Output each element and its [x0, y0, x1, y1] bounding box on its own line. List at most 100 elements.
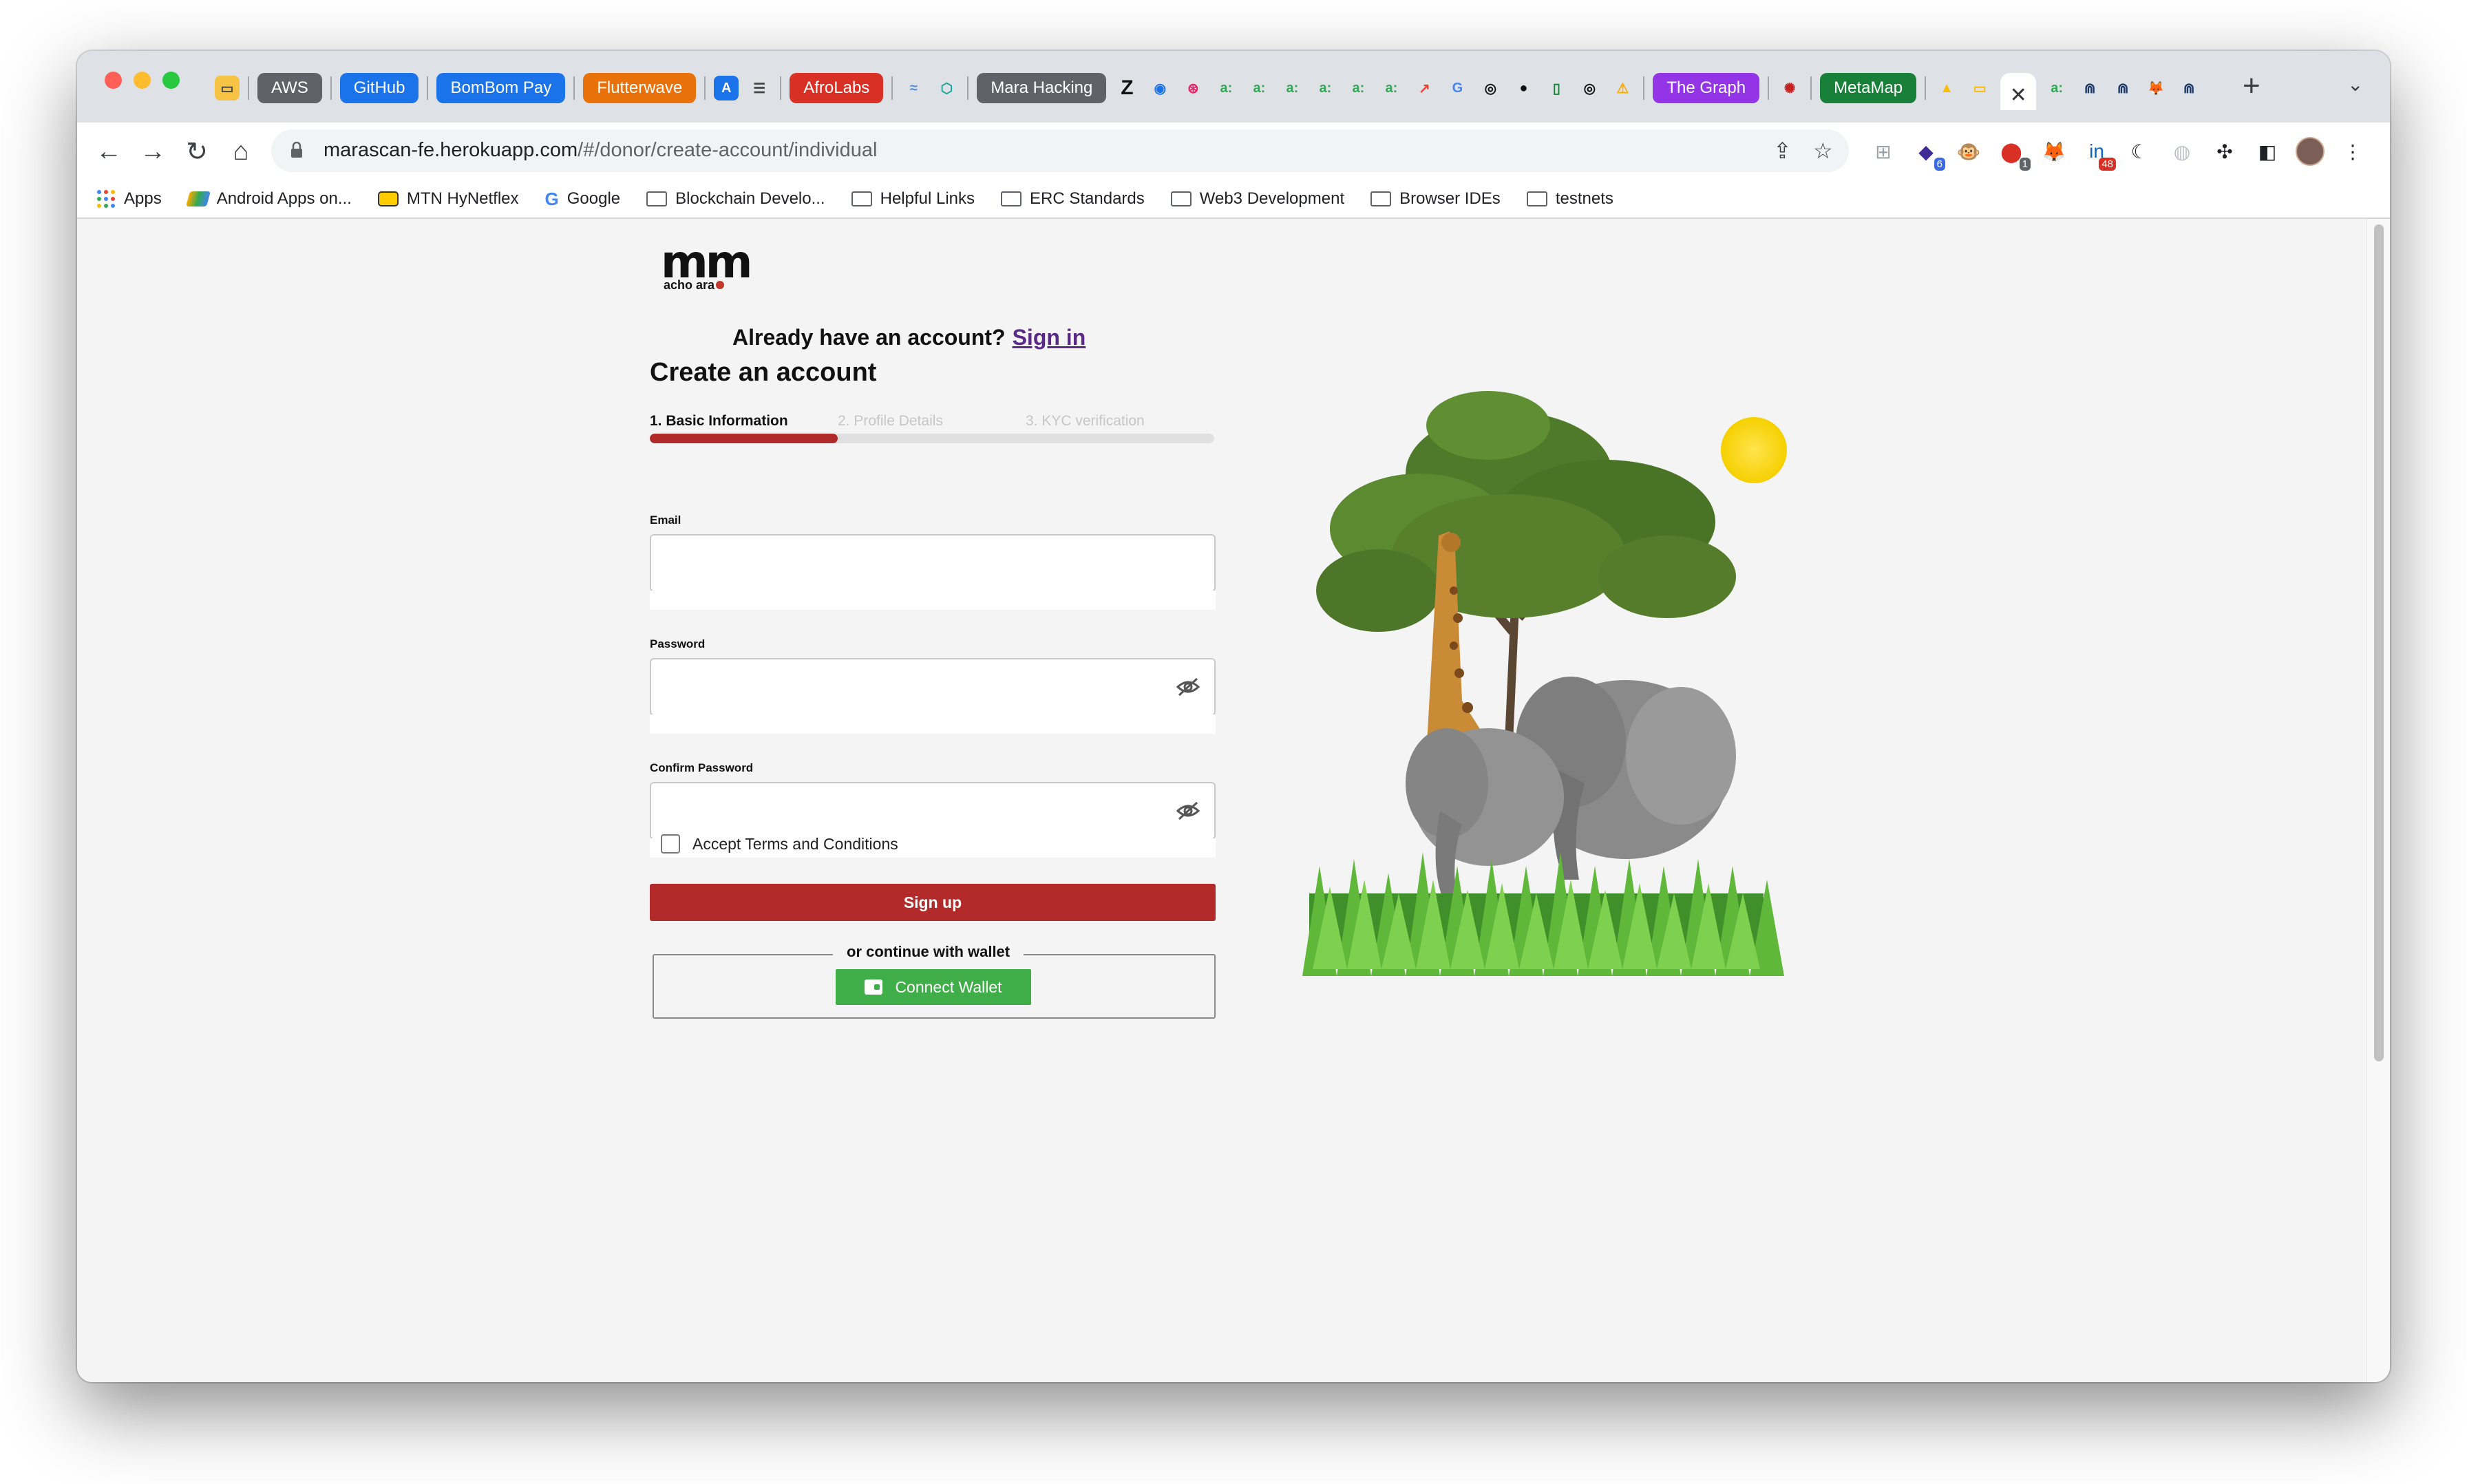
- site-logo[interactable]: mm acho ara: [661, 240, 753, 293]
- lock-icon[interactable]: [290, 142, 303, 158]
- dark-mode-moon-icon[interactable]: ☾: [2123, 135, 2156, 168]
- terms-checkbox[interactable]: [661, 834, 680, 854]
- alchemy-tab-icon-3[interactable]: a:: [1280, 76, 1304, 100]
- bookmark-label: MTN HyNetflex: [406, 189, 519, 208]
- terms-label[interactable]: Accept Terms and Conditions: [692, 835, 898, 854]
- bookmark-android-apps[interactable]: Android Apps on...: [185, 189, 352, 209]
- extensions-puzzle-icon[interactable]: ✣: [2208, 135, 2241, 168]
- bookmark-mtn-hynetflex[interactable]: MTN HyNetflex: [377, 189, 519, 209]
- extension-circle-icon[interactable]: ◍: [2166, 135, 2199, 168]
- folder-icon: [646, 191, 668, 206]
- address-bar[interactable]: marascan-fe.herokuapp.com/#/donor/create…: [271, 129, 1849, 172]
- mtn-tab-icon[interactable]: ▭: [215, 76, 240, 100]
- home-icon[interactable]: ⌂: [222, 132, 260, 171]
- tab-group-mara-hacking[interactable]: Mara Hacking: [977, 73, 1107, 103]
- bookmark-web3-folder[interactable]: Web3 Development: [1170, 189, 1344, 209]
- side-panel-icon[interactable]: ◧: [2251, 135, 2284, 168]
- metamask-tab-icon[interactable]: 🦊: [2143, 76, 2168, 100]
- sign-up-button[interactable]: Sign up: [650, 884, 1216, 921]
- reload-icon[interactable]: ↻: [178, 132, 216, 171]
- scrollbar-thumb[interactable]: [2374, 224, 2384, 1061]
- step-profile-details[interactable]: 2. Profile Details: [838, 413, 1026, 430]
- burst-tab-icon[interactable]: ✺: [1777, 76, 1802, 100]
- warning-tab-icon[interactable]: ⚠: [1610, 76, 1635, 100]
- tab-group-afrolabs[interactable]: AfroLabs: [790, 73, 884, 103]
- tab-group-github[interactable]: GitHub: [339, 73, 419, 103]
- bookmark-erc-standards-folder[interactable]: ERC Standards: [1001, 189, 1145, 209]
- extension-purple-icon[interactable]: ◆ 6: [1909, 135, 1945, 171]
- tab-group-bombom-pay[interactable]: BomBom Pay: [436, 73, 566, 103]
- green-tab-icon[interactable]: ▯: [1544, 76, 1569, 100]
- wildlife-illustration: [1302, 391, 1787, 976]
- step-kyc-verification[interactable]: 3. KYC verification: [1026, 413, 1214, 430]
- alchemy-tab-icon-6[interactable]: a:: [1379, 76, 1404, 100]
- alchemy-tab-icon-2[interactable]: a:: [1247, 76, 1271, 100]
- hide-confirm-password-eye-icon[interactable]: [1174, 797, 1202, 825]
- bookmark-testnets-folder[interactable]: testnets: [1526, 189, 1613, 209]
- browser-menu-kebab-icon[interactable]: ⋮: [2336, 135, 2369, 168]
- bookmark-star-icon[interactable]: ☆: [1813, 138, 1833, 164]
- zoom-tab-icon[interactable]: Z: [1114, 76, 1139, 100]
- profile-avatar[interactable]: [2294, 135, 2327, 168]
- equals-tab-icon[interactable]: ☰: [747, 76, 772, 100]
- circle-tab-icon[interactable]: ◉: [1147, 76, 1172, 100]
- tab-separator: [967, 76, 969, 100]
- minimize-window-button[interactable]: [134, 72, 151, 89]
- chain-tab-icon-1[interactable]: ⋒: [2077, 76, 2102, 100]
- linkedin-extension-icon[interactable]: in 48: [2080, 135, 2116, 171]
- bookmark-helpful-links-folder[interactable]: Helpful Links: [851, 189, 975, 209]
- chain-tab-icon-2[interactable]: ⋒: [2110, 76, 2135, 100]
- globe2-tab-icon[interactable]: ◎: [1577, 76, 1602, 100]
- step-basic-information[interactable]: 1. Basic Information: [650, 413, 838, 430]
- tab-group-aws[interactable]: AWS: [257, 73, 322, 103]
- page-scrollbar[interactable]: [2367, 219, 2390, 1382]
- extension-monkey-icon[interactable]: 🐵: [1952, 135, 1985, 168]
- share-icon[interactable]: ⇪: [1773, 138, 1792, 164]
- url-text[interactable]: marascan-fe.herokuapp.com/#/donor/create…: [324, 139, 877, 162]
- new-tab-plus-icon[interactable]: +: [2243, 69, 2260, 103]
- extension-gray-icon[interactable]: ⊞: [1867, 135, 1900, 168]
- alchemy-tab-icon-7[interactable]: a:: [2044, 76, 2069, 100]
- tab-search-chevron-icon[interactable]: ⌄: [2347, 73, 2363, 96]
- sign-in-link[interactable]: Sign in: [1013, 325, 1086, 350]
- email-input[interactable]: [650, 534, 1216, 592]
- confirm-password-input[interactable]: [650, 782, 1216, 840]
- alchemy-tab-icon-4[interactable]: a:: [1313, 76, 1337, 100]
- password-field-group: Password: [650, 637, 1216, 734]
- folder-icon: [1370, 191, 1392, 206]
- extension-badge: 6: [1934, 158, 1945, 171]
- pink-tab-icon[interactable]: ⊛: [1180, 76, 1205, 100]
- tab-group-flutterwave[interactable]: Flutterwave: [583, 73, 697, 103]
- chain-tab-icon-3[interactable]: ⋒: [2177, 76, 2201, 100]
- hide-password-eye-icon[interactable]: [1174, 673, 1202, 701]
- tab-group-the-graph[interactable]: The Graph: [1653, 73, 1760, 103]
- app-store-tab-icon[interactable]: A: [714, 76, 739, 100]
- bookmark-browser-ides-folder[interactable]: Browser IDEs: [1370, 189, 1501, 209]
- extension-red-icon[interactable]: ⬤ 1: [1995, 135, 2031, 171]
- alchemy-tab-icon-1[interactable]: a:: [1214, 76, 1238, 100]
- wallet-icon: [865, 979, 883, 995]
- slides-tab-icon[interactable]: ▭: [1967, 76, 1992, 100]
- forward-arrow-icon[interactable]: →: [134, 132, 172, 171]
- github-tab-icon[interactable]: ●: [1511, 76, 1536, 100]
- bookmark-apps[interactable]: Apps: [96, 189, 162, 209]
- hex-tab-icon[interactable]: ⬡: [934, 76, 959, 100]
- alchemy-tab-icon-5[interactable]: a:: [1346, 76, 1370, 100]
- metamask-extension-icon[interactable]: 🦊: [2037, 135, 2071, 168]
- password-input[interactable]: [650, 658, 1216, 716]
- bookmark-blockchain-folder[interactable]: Blockchain Develo...: [646, 189, 825, 209]
- google-tab-icon[interactable]: G: [1445, 76, 1470, 100]
- bookmark-google[interactable]: G Google: [545, 189, 621, 210]
- close-window-button[interactable]: [105, 72, 122, 89]
- maximize-window-button[interactable]: [162, 72, 180, 89]
- email-label: Email: [650, 513, 681, 527]
- tab-group-metamap[interactable]: MetaMap: [1820, 73, 1917, 103]
- active-tab-close-icon[interactable]: ✕: [2000, 73, 2037, 110]
- globe-tab-icon[interactable]: ◎: [1478, 76, 1503, 100]
- bookmark-label: Apps: [124, 189, 162, 208]
- chart-tab-icon[interactable]: ↗: [1412, 76, 1437, 100]
- back-arrow-icon[interactable]: ←: [89, 132, 128, 171]
- drive-tab-icon[interactable]: ▲: [1934, 76, 1959, 100]
- connect-wallet-button[interactable]: Connect Wallet: [836, 969, 1031, 1005]
- wave-tab-icon[interactable]: ≈: [901, 76, 926, 100]
